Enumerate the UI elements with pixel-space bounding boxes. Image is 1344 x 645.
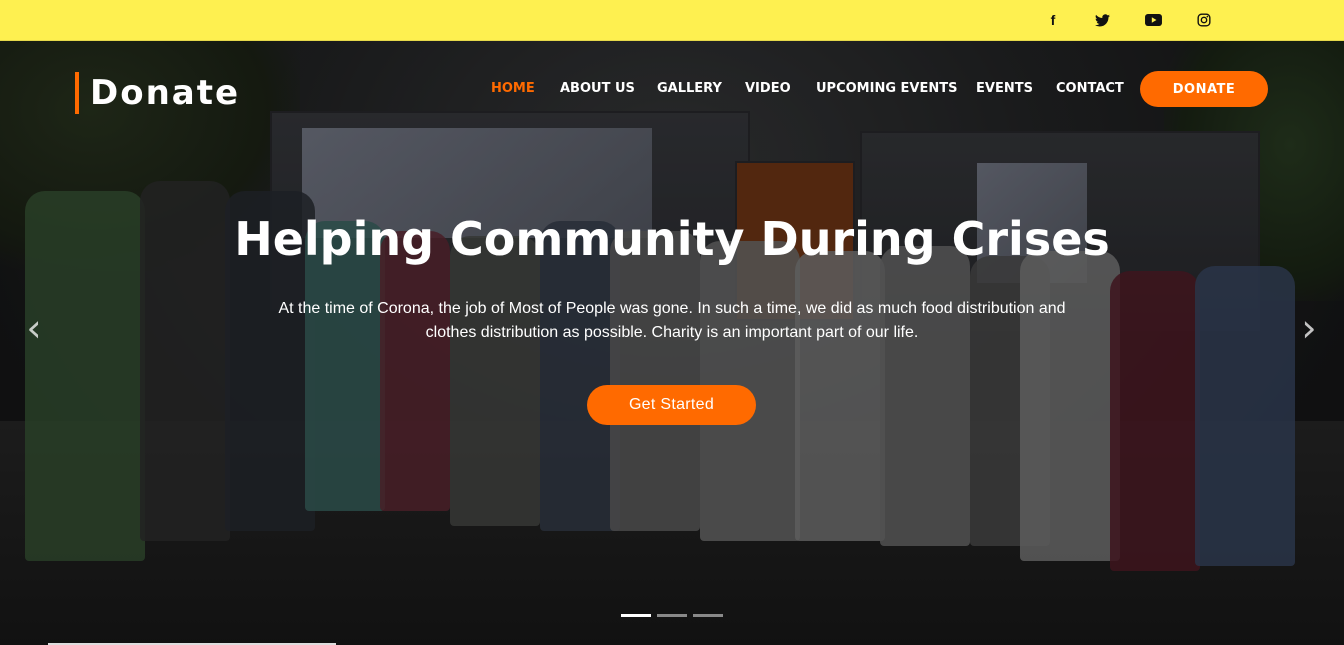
twitter-icon[interactable] (1092, 10, 1112, 30)
hero-description: At the time of Corona, the job of Most o… (278, 300, 1066, 341)
carousel-next-icon[interactable]: › (1297, 309, 1321, 347)
nav-item-video[interactable]: VIDEO (745, 81, 791, 96)
site-logo[interactable]: Donate (75, 72, 240, 114)
youtube-icon[interactable] (1143, 10, 1163, 30)
nav-item-upcoming-events[interactable]: UPCOMING EVENTS (816, 81, 957, 96)
hero-title: Helping Community During Crises (234, 212, 1110, 266)
donate-button[interactable]: DONATE (1140, 71, 1268, 107)
get-started-button[interactable]: Get Started (587, 385, 756, 425)
nav-item-about-us[interactable]: ABOUT US (560, 81, 635, 96)
carousel-indicators (621, 614, 723, 617)
carousel-prev-icon[interactable]: ‹ (22, 309, 46, 347)
carousel-indicator-3[interactable] (693, 614, 723, 617)
facebook-icon[interactable]: f (1043, 10, 1063, 30)
top-bar: f (0, 0, 1344, 41)
carousel-indicator-1[interactable] (621, 614, 651, 617)
nav-item-home[interactable]: HOME (491, 81, 535, 96)
carousel-indicator-2[interactable] (657, 614, 687, 617)
nav-item-contact[interactable]: CONTACT (1056, 81, 1124, 96)
instagram-icon[interactable] (1194, 10, 1214, 30)
nav-item-events[interactable]: EVENTS (976, 81, 1033, 96)
nav-item-gallery[interactable]: GALLERY (657, 81, 722, 96)
